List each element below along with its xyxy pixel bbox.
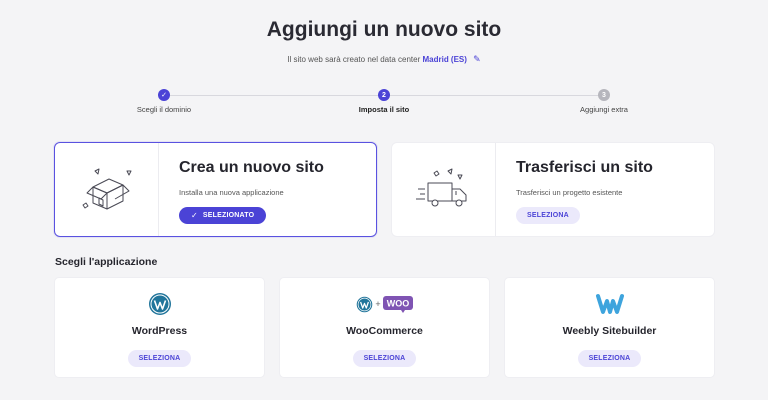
- step-number: 3: [598, 89, 610, 101]
- plus-icon: +: [375, 299, 381, 309]
- selected-label: SELEZIONATO: [202, 212, 255, 219]
- data-center-link[interactable]: Madrid (ES): [422, 55, 466, 64]
- step-3: 3 Aggiungi extra: [544, 89, 664, 114]
- option-description: Installa una nuova applicazione: [179, 188, 284, 197]
- subtitle-text: Il sito web sarà creato nel data center: [287, 55, 421, 64]
- step-label: Scegli il dominio: [136, 105, 192, 114]
- weebly-icon: [595, 294, 624, 314]
- app-name: Weebly Sitebuilder: [562, 325, 657, 337]
- app-card-wordpress[interactable]: WordPress SELEZIONA: [54, 277, 265, 378]
- wordpress-icon: [357, 296, 373, 312]
- check-icon: ✓: [191, 211, 198, 220]
- selected-button[interactable]: ✓ SELEZIONATO: [179, 207, 267, 224]
- app-card-weebly[interactable]: Weebly Sitebuilder SELEZIONA: [504, 277, 715, 378]
- option-title: Crea un nuovo sito: [179, 159, 324, 176]
- woo-logo-text: WOO: [386, 298, 409, 308]
- option-create-site[interactable]: Crea un nuovo sito Installa una nuova ap…: [54, 142, 377, 237]
- check-icon: ✓: [158, 89, 170, 101]
- house-box-icon: [82, 168, 131, 209]
- app-name: WooCommerce: [346, 325, 423, 337]
- truck-icon: [415, 168, 466, 206]
- step-label: Imposta il sito: [358, 105, 410, 114]
- step-2: 2 Imposta il sito: [324, 89, 444, 114]
- pencil-icon[interactable]: ✎: [473, 54, 481, 64]
- page-title: Aggiungi un nuovo sito: [266, 18, 502, 41]
- illustration-panel: [392, 143, 496, 236]
- page-subtitle: Il sito web sarà creato nel data center …: [0, 54, 768, 65]
- select-button[interactable]: SELEZIONA: [516, 207, 580, 224]
- step-1[interactable]: ✓ Scegli il dominio: [104, 89, 224, 114]
- step-label: Aggiungi extra: [580, 105, 628, 114]
- wordpress-icon: [148, 293, 171, 315]
- illustration-panel: [55, 143, 159, 236]
- app-name: WordPress: [131, 325, 188, 337]
- option-transfer-site[interactable]: Trasferisci un sito Trasferisci un proge…: [391, 142, 715, 237]
- section-heading: Scegli l'applicazione: [55, 256, 158, 268]
- stepper: ✓ Scegli il dominio 2 Imposta il sito 3 …: [0, 89, 768, 119]
- app-card-woocommerce[interactable]: + WOO WooCommerce SELEZIONA: [279, 277, 490, 378]
- option-title: Trasferisci un sito: [516, 159, 653, 176]
- select-button[interactable]: SELEZIONA: [352, 350, 417, 367]
- select-button[interactable]: SELEZIONA: [577, 350, 642, 367]
- woocommerce-icon: WOO: [382, 295, 413, 313]
- option-description: Trasferisci un progetto esistente: [516, 188, 623, 197]
- select-button[interactable]: SELEZIONA: [127, 350, 192, 367]
- step-number: 2: [378, 89, 390, 101]
